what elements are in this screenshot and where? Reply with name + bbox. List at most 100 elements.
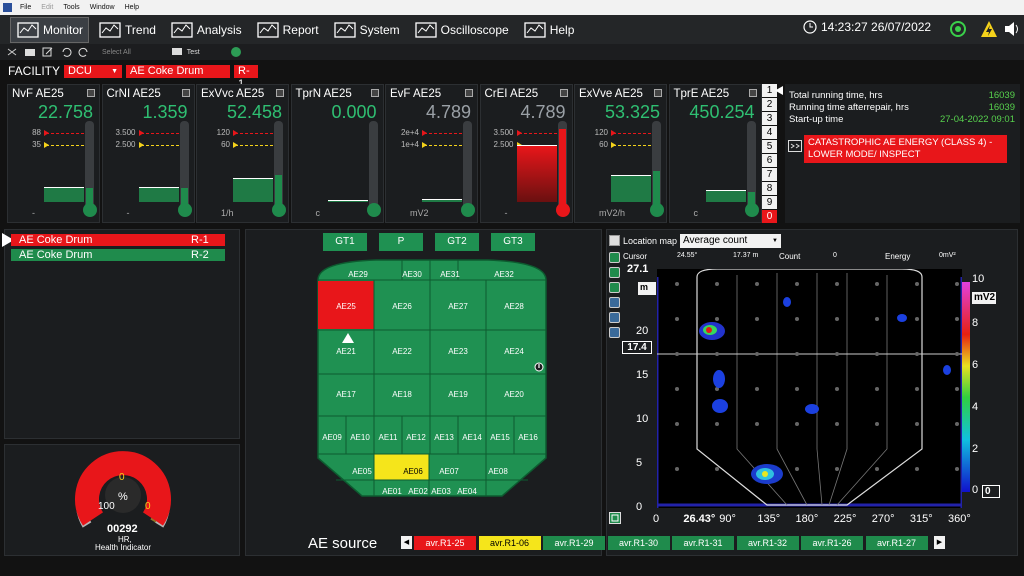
- source-prev-button[interactable]: ◀: [401, 536, 412, 549]
- severity-level-2[interactable]: 2: [762, 98, 777, 111]
- sensor-ae04[interactable]: AE04: [453, 487, 481, 496]
- edit-icon[interactable]: [42, 47, 54, 57]
- sensor-ae17[interactable]: AE17: [332, 390, 360, 399]
- unit-m-field[interactable]: m: [638, 282, 656, 295]
- map-settings-icon[interactable]: [609, 235, 620, 246]
- sensor-ae30[interactable]: AE30: [398, 270, 426, 279]
- pan-icon[interactable]: [609, 297, 620, 308]
- sensor-ae25[interactable]: AE25: [332, 302, 360, 311]
- rotate-icon[interactable]: [609, 282, 620, 293]
- sensor-ae32[interactable]: AE32: [490, 270, 518, 279]
- object-item-r2[interactable]: AE Coke Drum R-2: [11, 249, 225, 261]
- sensor-ae16[interactable]: AE16: [514, 433, 542, 442]
- severity-level-8[interactable]: 8: [762, 182, 777, 195]
- source-avr-r1-26[interactable]: avr.R1-26: [801, 536, 863, 550]
- sensor-ae07[interactable]: AE07: [435, 467, 463, 476]
- severity-level-4[interactable]: 4: [762, 126, 777, 139]
- sensor-ae21[interactable]: AE21: [332, 347, 360, 356]
- map-export-icon[interactable]: [609, 512, 621, 524]
- gt-button-gt2[interactable]: GT2: [435, 233, 479, 251]
- sensor-ae13[interactable]: AE13: [430, 433, 458, 442]
- severity-level-0[interactable]: 0: [762, 210, 777, 223]
- gt-button-p[interactable]: P: [379, 233, 423, 251]
- sensor-ae19[interactable]: AE19: [444, 390, 472, 399]
- source-avr-r1-29[interactable]: avr.R1-29: [543, 536, 605, 550]
- gauge-settings-icon[interactable]: [370, 89, 379, 97]
- source-avr-r1-32[interactable]: avr.R1-32: [736, 536, 799, 550]
- sensor-ae29[interactable]: AE29: [344, 270, 372, 279]
- reset-icon[interactable]: [609, 327, 620, 338]
- sensor-ae01[interactable]: AE01: [378, 487, 406, 496]
- undo-icon[interactable]: [60, 47, 72, 57]
- nav-help[interactable]: Help: [518, 17, 580, 43]
- status-ok-icon[interactable]: [950, 21, 966, 37]
- select-icon[interactable]: [609, 312, 620, 323]
- source-avr-r1-31[interactable]: avr.R1-31: [672, 536, 734, 550]
- source-avr-r1-25[interactable]: avr.R1-25: [414, 536, 476, 550]
- test-dropdown[interactable]: Test: [187, 49, 200, 56]
- gauge-settings-icon[interactable]: [748, 89, 757, 97]
- object-item-r1[interactable]: AE Coke Drum R-1: [11, 234, 225, 246]
- sensor-ae10[interactable]: AE10: [346, 433, 374, 442]
- gauge-settings-icon[interactable]: [465, 89, 473, 97]
- unit-dropdown[interactable]: DCU ▼: [64, 64, 123, 78]
- sensor-ae28[interactable]: AE28: [500, 302, 528, 311]
- menu-tools[interactable]: Tools: [63, 4, 79, 11]
- nav-report[interactable]: Report: [251, 17, 324, 43]
- severity-level-7[interactable]: 7: [762, 168, 777, 181]
- source-avr-r1-30[interactable]: avr.R1-30: [607, 536, 670, 550]
- severity-level-6[interactable]: 6: [762, 154, 777, 167]
- gauge-settings-icon[interactable]: [87, 89, 95, 97]
- gt-button-gt1[interactable]: GT1: [323, 233, 367, 251]
- sensor-ae23[interactable]: AE23: [444, 347, 472, 356]
- sensor-ae24[interactable]: AE24: [500, 347, 528, 356]
- colorbar-min-field[interactable]: 0: [982, 485, 1000, 498]
- zoom-in-icon[interactable]: [609, 252, 620, 263]
- sensor-ae31[interactable]: AE31: [436, 270, 464, 279]
- map-mode-select[interactable]: Average count ▼: [680, 234, 781, 248]
- severity-level-9[interactable]: 9: [762, 196, 777, 209]
- select-all-label[interactable]: Select All: [102, 49, 131, 56]
- menu-window[interactable]: Window: [90, 4, 115, 11]
- globe-icon[interactable]: [230, 46, 242, 58]
- sensor-ae18[interactable]: AE18: [388, 390, 416, 399]
- sensor-ae08[interactable]: AE08: [484, 467, 512, 476]
- open-folder-icon[interactable]: [24, 47, 36, 57]
- sensor-ae12[interactable]: AE12: [402, 433, 430, 442]
- nav-monitor[interactable]: Monitor: [10, 16, 90, 43]
- nav-analysis[interactable]: Analysis: [165, 17, 247, 43]
- sensor-ae14[interactable]: AE14: [458, 433, 486, 442]
- sensor-ae03[interactable]: AE03: [427, 487, 455, 496]
- scissors-icon[interactable]: [6, 47, 18, 57]
- sensor-ae09[interactable]: AE09: [318, 433, 346, 442]
- gauge-settings-icon[interactable]: [654, 89, 662, 97]
- severity-level-5[interactable]: 5: [762, 140, 777, 153]
- y-cursor-field[interactable]: 17.4: [622, 341, 652, 354]
- sensor-ae06[interactable]: AE06: [399, 467, 427, 476]
- sensor-ae11[interactable]: AE11: [374, 433, 402, 442]
- severity-level-3[interactable]: 3: [762, 112, 777, 125]
- power-warning-icon[interactable]: [980, 20, 998, 38]
- audio-icon[interactable]: [1003, 20, 1021, 38]
- menu-file[interactable]: File: [20, 4, 31, 11]
- sensor-ae22[interactable]: AE22: [388, 347, 416, 356]
- gauge-settings-icon[interactable]: [559, 89, 568, 97]
- ae-location-map[interactable]: [657, 269, 962, 508]
- sensor-ae05[interactable]: AE05: [348, 467, 376, 476]
- source-next-button[interactable]: ▶: [934, 536, 945, 549]
- gauge-settings-icon[interactable]: [181, 89, 190, 97]
- sensor-ae26[interactable]: AE26: [388, 302, 416, 311]
- nav-trend[interactable]: Trend: [93, 17, 161, 43]
- menu-help[interactable]: Help: [125, 4, 139, 11]
- source-avr-r1-06[interactable]: avr.R1-06: [478, 536, 541, 550]
- sensor-ae27[interactable]: AE27: [444, 302, 472, 311]
- nav-system[interactable]: System: [328, 17, 405, 43]
- zoom-out-icon[interactable]: [609, 267, 620, 278]
- redo-icon[interactable]: [78, 47, 90, 57]
- gauge-settings-icon[interactable]: [276, 89, 284, 97]
- info-icon[interactable]: [534, 362, 544, 372]
- nav-oscilloscope[interactable]: Oscilloscope: [409, 17, 514, 43]
- sensor-ae20[interactable]: AE20: [500, 390, 528, 399]
- gt-button-gt3[interactable]: GT3: [491, 233, 535, 251]
- sensor-ae15[interactable]: AE15: [486, 433, 514, 442]
